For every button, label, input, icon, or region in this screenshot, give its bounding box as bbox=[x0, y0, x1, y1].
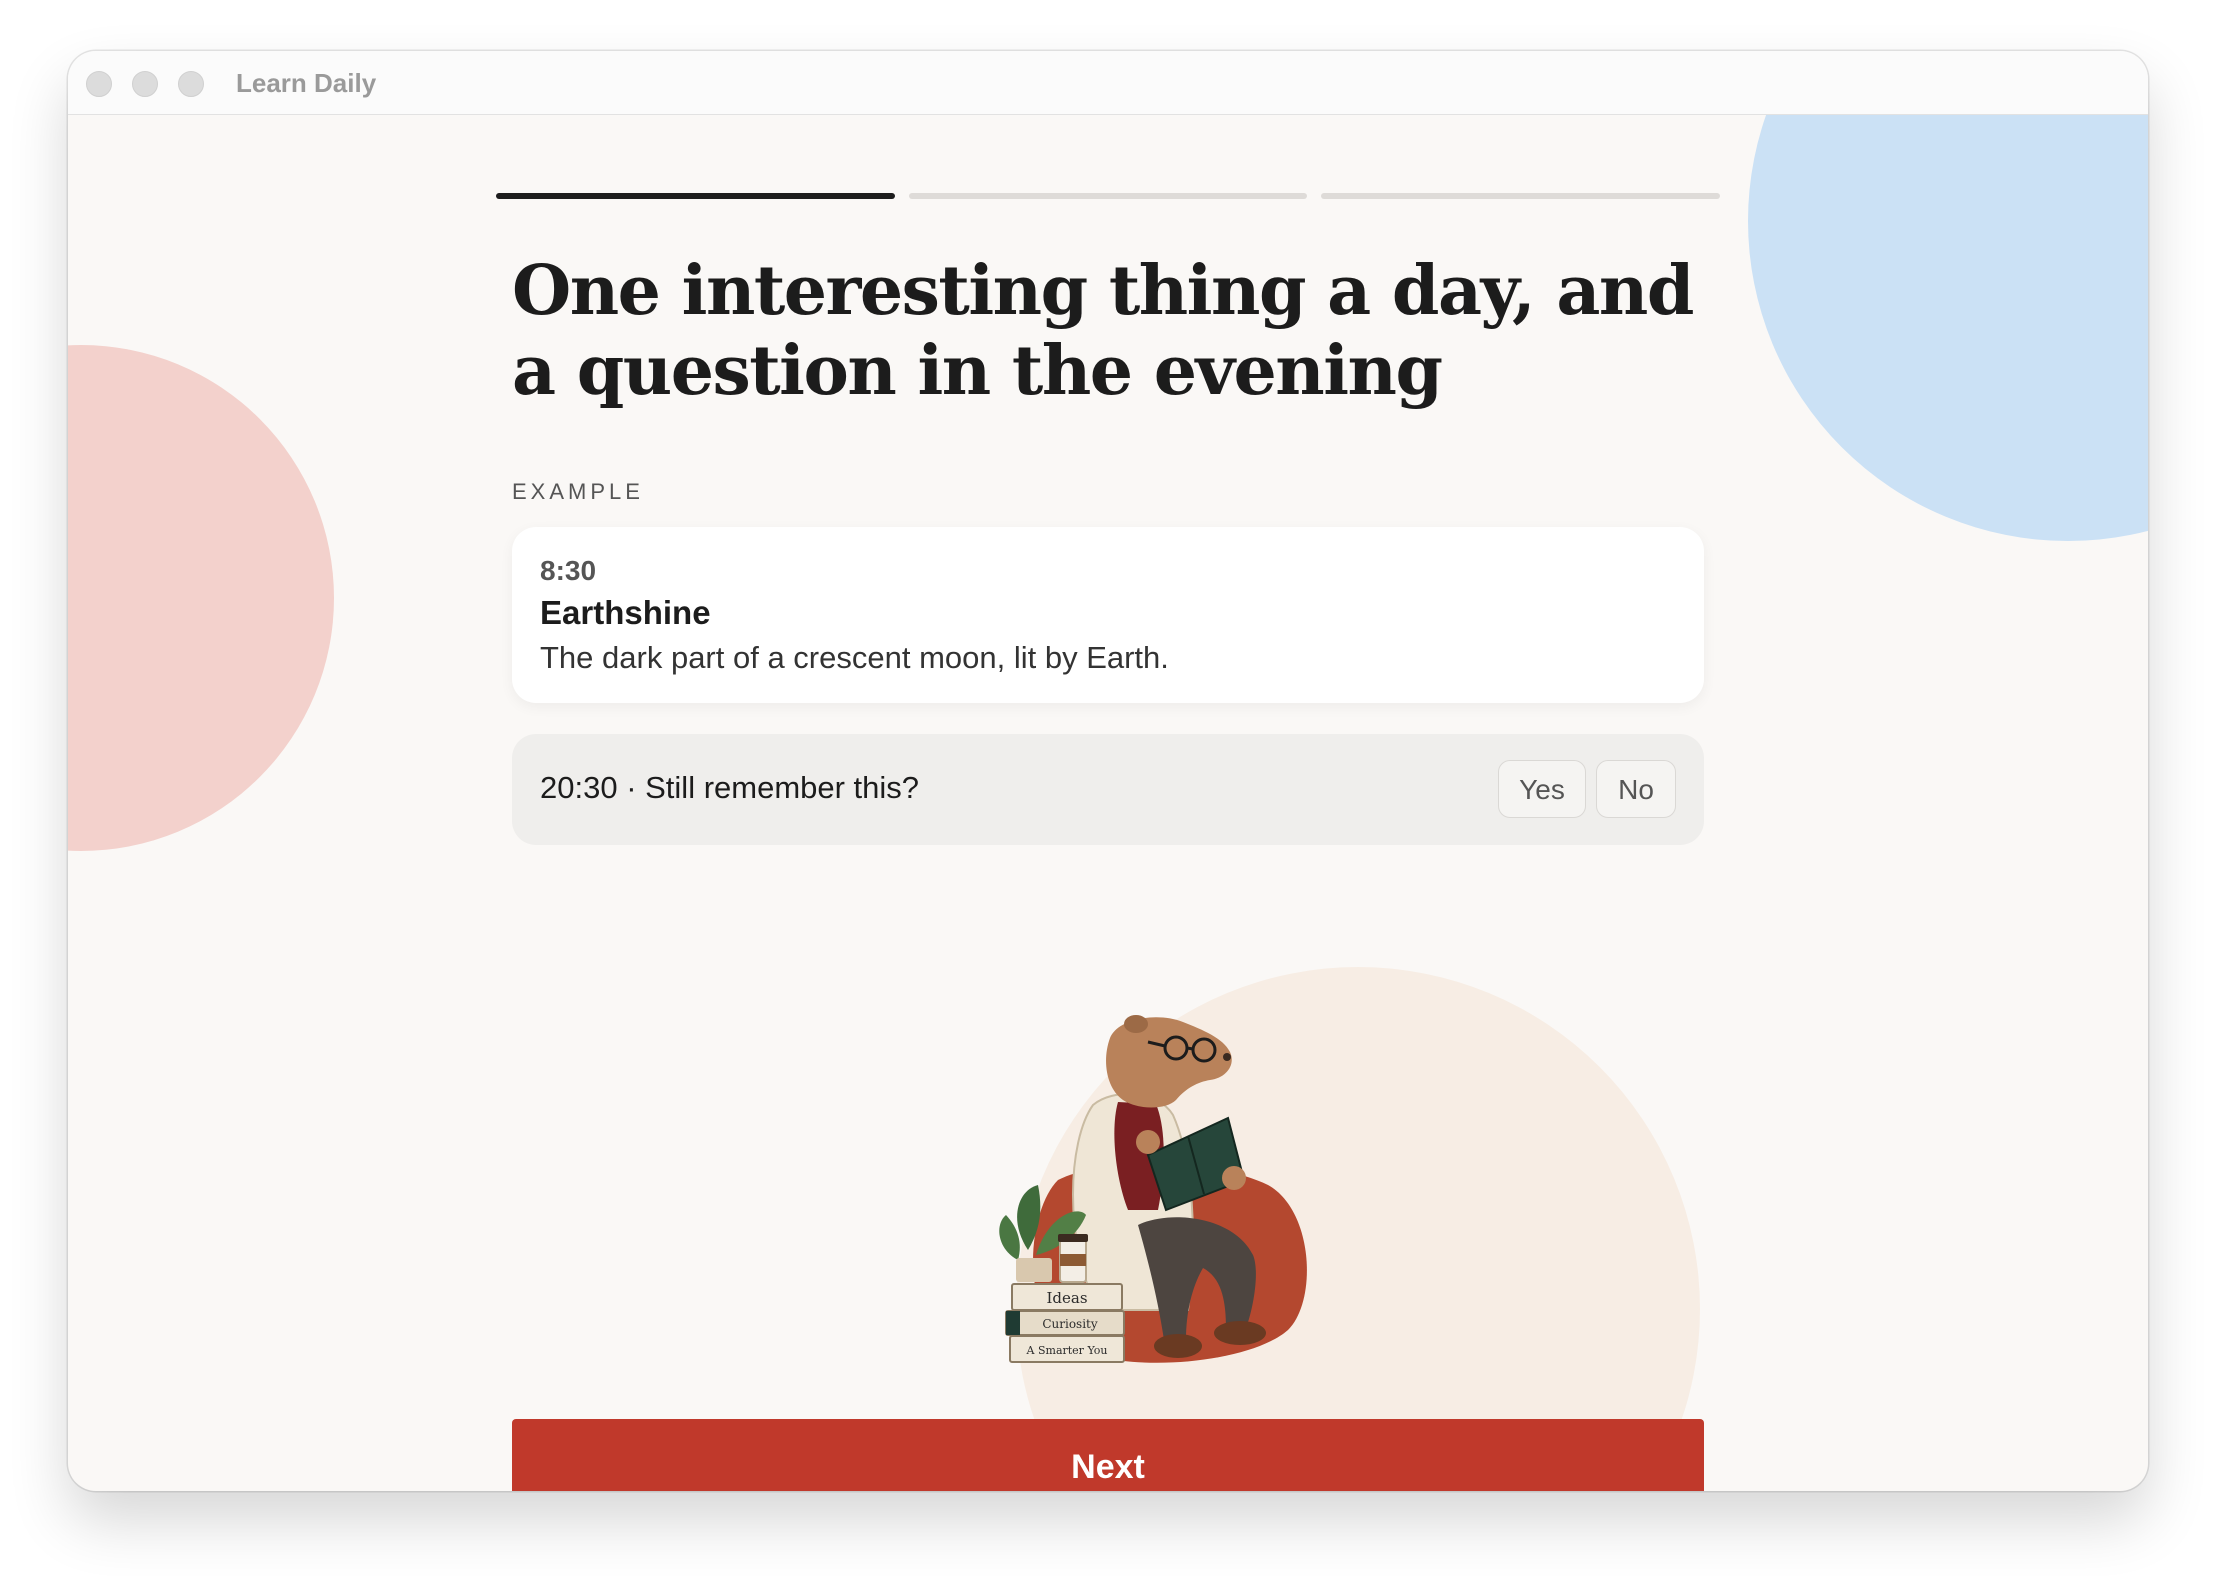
glasses-bridge bbox=[1186, 1046, 1194, 1051]
capybara-head-shape bbox=[1106, 1017, 1232, 1108]
plant-pot-shape bbox=[1016, 1258, 1052, 1282]
capybara-nose-shape bbox=[1223, 1053, 1231, 1061]
progress-segment-3 bbox=[1321, 193, 1721, 199]
progress-segment-1 bbox=[496, 193, 895, 199]
coffee-lid-shape bbox=[1058, 1234, 1088, 1242]
example-card: 8:30 Earthshine The dark part of a cresc… bbox=[512, 527, 1704, 703]
title-bar: Learn Daily bbox=[68, 51, 2148, 115]
coffee-sleeve-shape bbox=[1060, 1254, 1086, 1266]
page-title: One interesting thing a day, and a quest… bbox=[512, 251, 1694, 411]
yes-button[interactable]: Yes bbox=[1498, 760, 1586, 818]
example-card-title: Earthshine bbox=[540, 594, 711, 631]
shoe-left-shape bbox=[1154, 1334, 1202, 1358]
shoe-right-shape bbox=[1214, 1321, 1266, 1345]
step-progress-bar bbox=[496, 193, 1721, 199]
book-ideas-title: Ideas bbox=[1046, 1289, 1087, 1307]
progress-segment-2 bbox=[908, 193, 1308, 199]
example-card-body: The dark part of a crescent moon, lit by… bbox=[540, 640, 1169, 675]
plant-leaf-3 bbox=[999, 1215, 1020, 1260]
example-label: EXAMPLE bbox=[512, 479, 644, 504]
recall-question-text: 20:30 · Still remember this? bbox=[540, 770, 920, 805]
book-curiosity-title: Curiosity bbox=[1042, 1317, 1098, 1331]
capybara-ear-shape bbox=[1124, 1015, 1148, 1033]
minimize-window-button[interactable] bbox=[132, 71, 158, 97]
example-card-time: 8:30 bbox=[540, 555, 597, 586]
capybara-hand-right bbox=[1222, 1166, 1246, 1190]
window-title: Learn Daily bbox=[236, 68, 377, 98]
decorative-circle-blue bbox=[1748, 115, 2148, 541]
zoom-window-button[interactable] bbox=[178, 71, 204, 97]
next-button[interactable]: Next bbox=[512, 1419, 1704, 1491]
decorative-circle-pink bbox=[68, 345, 334, 851]
recall-question-card: 20:30 · Still remember this? Yes No bbox=[512, 734, 1704, 845]
no-button[interactable]: No bbox=[1596, 760, 1676, 818]
book-smarter-you-title: A Smarter You bbox=[1026, 1344, 1108, 1357]
capybara-hand-left bbox=[1136, 1130, 1160, 1154]
close-window-button[interactable] bbox=[86, 71, 112, 97]
app-window: Learn Daily One interesting thing a day,… bbox=[68, 51, 2148, 1491]
capybara-reading-illustration: Ideas Curiosity A Smarter You bbox=[999, 1015, 1307, 1363]
onboarding-screen: One interesting thing a day, and a quest… bbox=[68, 115, 2148, 1491]
book-curiosity-band bbox=[1006, 1311, 1020, 1335]
